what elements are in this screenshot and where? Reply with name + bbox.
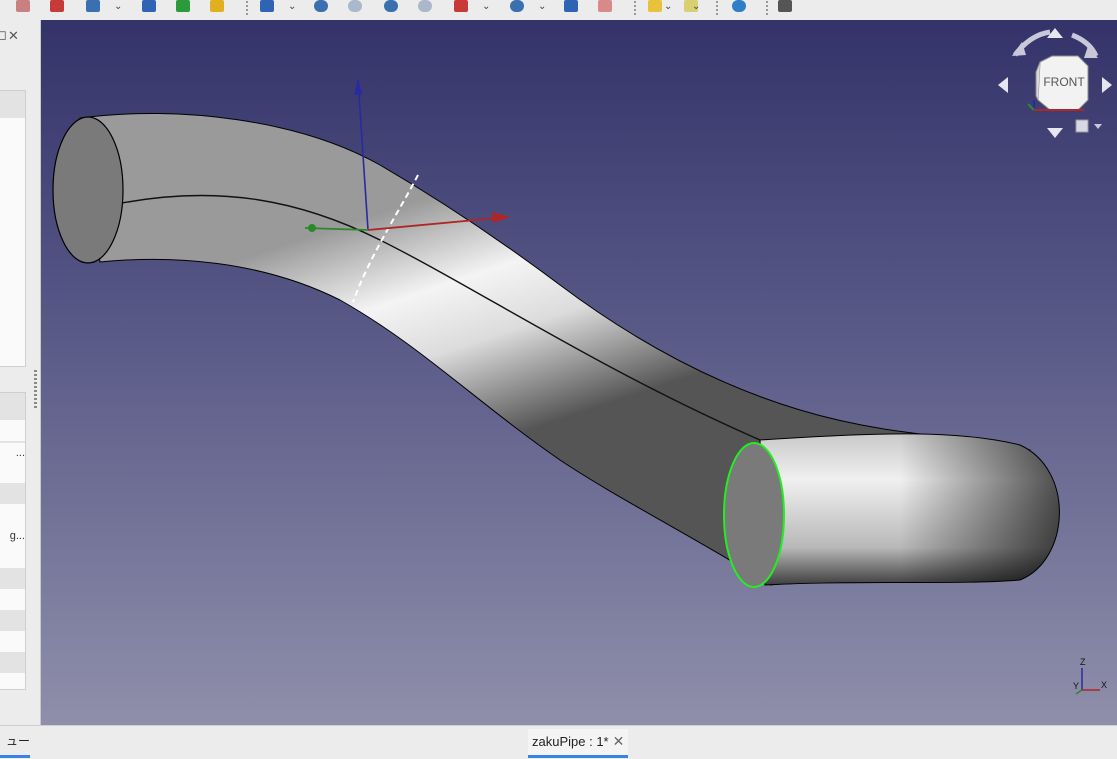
property-row[interactable] [0, 483, 25, 504]
arrow-down-icon[interactable] [1047, 128, 1063, 138]
tree-view[interactable] [0, 90, 26, 367]
chevron-down-icon[interactable]: ⌄ [664, 2, 672, 12]
undock-icon[interactable]: ◻ [0, 27, 7, 43]
property-row[interactable] [0, 631, 25, 652]
tab-document[interactable]: zakuPipe : 1* ✕ [528, 729, 629, 758]
axis-label-x: X [1101, 680, 1107, 690]
toolbar-separator [766, 1, 768, 15]
box-icon[interactable] [142, 0, 156, 12]
close-panel-button[interactable]: ✕ [8, 28, 19, 44]
chevron-down-icon[interactable]: ⌄ [288, 2, 296, 12]
combo-view-panel: ◻ ✕ ... g... [0, 20, 41, 725]
pipe-shading [760, 433, 1060, 585]
loft-icon[interactable] [564, 0, 578, 12]
property-row[interactable]: g... [0, 526, 25, 547]
common-icon[interactable] [418, 0, 432, 12]
bottom-tab-bar: ュー zakuPipe : 1* ✕ [0, 725, 1117, 759]
chevron-down-icon[interactable]: ⌄ [538, 2, 546, 12]
arrow-right-icon[interactable] [1102, 77, 1112, 93]
property-row[interactable] [0, 568, 25, 589]
toolbar-separator [716, 1, 718, 15]
navigation-cube[interactable]: FRONT [998, 28, 1112, 138]
revolve-icon[interactable] [510, 0, 524, 12]
property-row[interactable]: ... [0, 443, 25, 464]
property-row[interactable] [0, 420, 25, 441]
group-icon[interactable] [176, 0, 190, 12]
chevron-down-icon[interactable]: ⌄ [482, 2, 490, 12]
main-toolbar: ⌄ ⌄ ⌄ ⌄ ⌄ ⌄ [0, 0, 1117, 20]
tree-header [0, 91, 25, 118]
panel-splitter-handle[interactable] [34, 370, 37, 410]
nav-cube-face-label[interactable]: FRONT [1043, 75, 1085, 89]
axis-label-y: Y [1073, 681, 1079, 691]
tab-combo-view[interactable]: ュー [0, 729, 30, 758]
3d-scene[interactable]: FRONT Z Y X [41, 20, 1117, 725]
extrude-icon[interactable] [454, 0, 468, 12]
pipe-end-face-front-selected[interactable] [723, 442, 785, 588]
property-row[interactable] [0, 504, 25, 525]
boolean-icon[interactable] [314, 0, 328, 12]
cut-icon[interactable] [348, 0, 362, 12]
chevron-down-icon[interactable] [1094, 124, 1102, 129]
chevron-down-icon[interactable]: ⌄ [692, 2, 700, 12]
toolbar-separator [634, 1, 636, 15]
primitive-icon[interactable] [260, 0, 274, 12]
property-row[interactable] [0, 610, 25, 631]
chevron-down-icon[interactable]: ⌄ [114, 2, 122, 12]
tab-document-label: zakuPipe : 1* [532, 734, 609, 749]
arrow-left-icon[interactable] [998, 77, 1008, 93]
3d-viewport[interactable]: FRONT Z Y X [41, 20, 1117, 725]
toolbar-separator [246, 1, 248, 15]
part-icon[interactable] [16, 0, 30, 12]
fuse-icon[interactable] [384, 0, 398, 12]
view-menu-cube-icon[interactable] [1075, 119, 1089, 133]
property-view[interactable]: ... g... [0, 392, 26, 690]
whats-this-icon[interactable] [778, 0, 792, 12]
pipe-end-face-back[interactable] [52, 116, 124, 264]
property-row[interactable] [0, 589, 25, 610]
close-icon[interactable]: ✕ [613, 733, 625, 749]
measure-linear-icon[interactable] [648, 0, 662, 12]
section-icon[interactable] [50, 0, 64, 12]
refresh-icon[interactable] [732, 0, 746, 12]
axis-label-z: Z [1080, 657, 1086, 667]
property-row[interactable] [0, 652, 25, 673]
sweep-icon[interactable] [598, 0, 612, 12]
axis-indicator: Z Y X [1073, 657, 1107, 695]
cube-icon[interactable] [210, 0, 224, 12]
property-row [0, 393, 25, 420]
layers-icon[interactable] [86, 0, 100, 12]
